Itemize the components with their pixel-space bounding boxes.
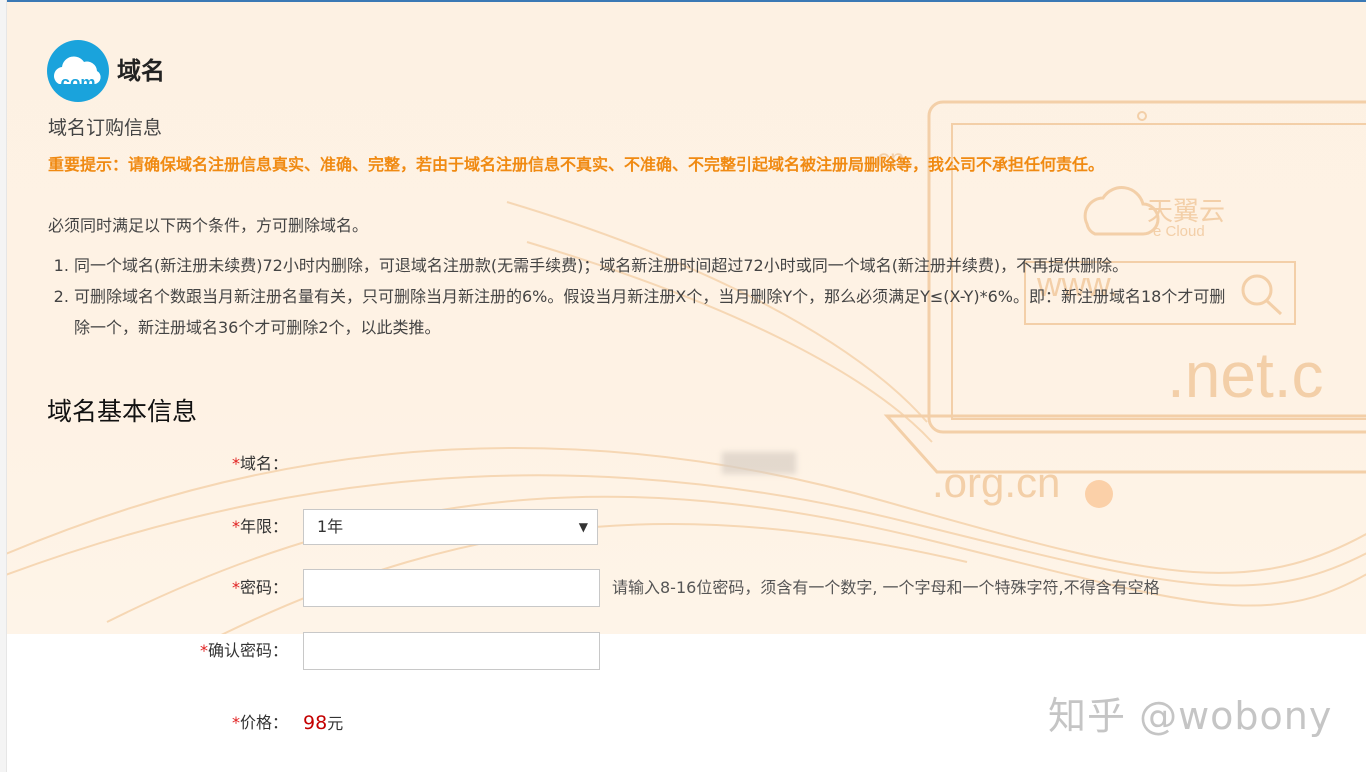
banner-brand-cn: 天翼云	[1147, 196, 1225, 226]
password-hint: 请输入8-16位密码，须含有一个数字, 一个字母和一个特殊字符,不得含有空格	[612, 578, 1160, 597]
price-label-text: 价格：	[239, 713, 288, 732]
confirm-password-label-text: 确认密码：	[207, 641, 288, 660]
required-mark: *	[231, 578, 240, 597]
rule-item: 可删除域名个数跟当月新注册名量有关，只可删除当月新注册的6%。假设当月新注册X个…	[74, 281, 1239, 343]
period-label-text: 年限：	[239, 517, 288, 536]
password-input[interactable]	[303, 569, 600, 607]
watermark: 知乎 @wobony	[1048, 694, 1333, 738]
price-unit: 元	[327, 714, 344, 733]
domain-row: *域名：	[0, 444, 1366, 484]
important-notice: 重要提示：请确保域名注册信息真实、准确、完整，若由于域名注册信息不真实、不准确、…	[48, 155, 1105, 174]
period-row: *年限： 1年 ▼	[0, 507, 1366, 547]
order-info-heading: 域名订购信息	[48, 117, 163, 139]
banner-net: .net.c	[1167, 339, 1324, 411]
basic-info-heading: 域名基本信息	[47, 397, 198, 426]
domain-label: *域名：	[232, 444, 288, 484]
confirm-password-input[interactable]	[303, 632, 600, 670]
confirm-password-row: *确认密码：	[0, 631, 1366, 671]
password-label-text: 密码：	[239, 578, 288, 597]
deletion-rules-list: 同一个域名(新注册未续费)72小时内删除，可退域名注册款(无需手续费)；域名新注…	[48, 250, 1239, 343]
domain-value-redacted	[722, 452, 796, 474]
required-mark: *	[231, 713, 240, 732]
password-label: *密码：	[232, 568, 288, 608]
price-label: *价格：	[232, 703, 288, 743]
page-title: 域名	[117, 56, 165, 85]
logo-text: com	[61, 73, 96, 92]
page-header: com 域名	[47, 40, 165, 102]
domain-label-text: 域名：	[239, 454, 288, 473]
price-value: 98元	[303, 703, 343, 744]
period-select-value: 1年	[317, 517, 344, 536]
banner-brand-en: e Cloud	[1153, 223, 1205, 240]
required-mark: *	[231, 454, 240, 473]
rule-item: 同一个域名(新注册未续费)72小时内删除，可退域名注册款(无需手续费)；域名新注…	[74, 250, 1239, 281]
conditions-intro: 必须同时满足以下两个条件，方可删除域名。	[48, 216, 369, 235]
confirm-password-label: *确认密码：	[200, 631, 288, 671]
required-mark: *	[199, 641, 208, 660]
password-row: *密码： 请输入8-16位密码，须含有一个数字, 一个字母和一个特殊字符,不得含…	[0, 568, 1366, 608]
dropdown-arrow-icon: ▼	[578, 520, 588, 534]
cloud-com-logo-icon: com	[47, 40, 109, 102]
period-select[interactable]: 1年 ▼	[303, 509, 598, 545]
period-label: *年限：	[232, 507, 288, 547]
price-amount: 98	[303, 712, 328, 734]
required-mark: *	[231, 517, 240, 536]
